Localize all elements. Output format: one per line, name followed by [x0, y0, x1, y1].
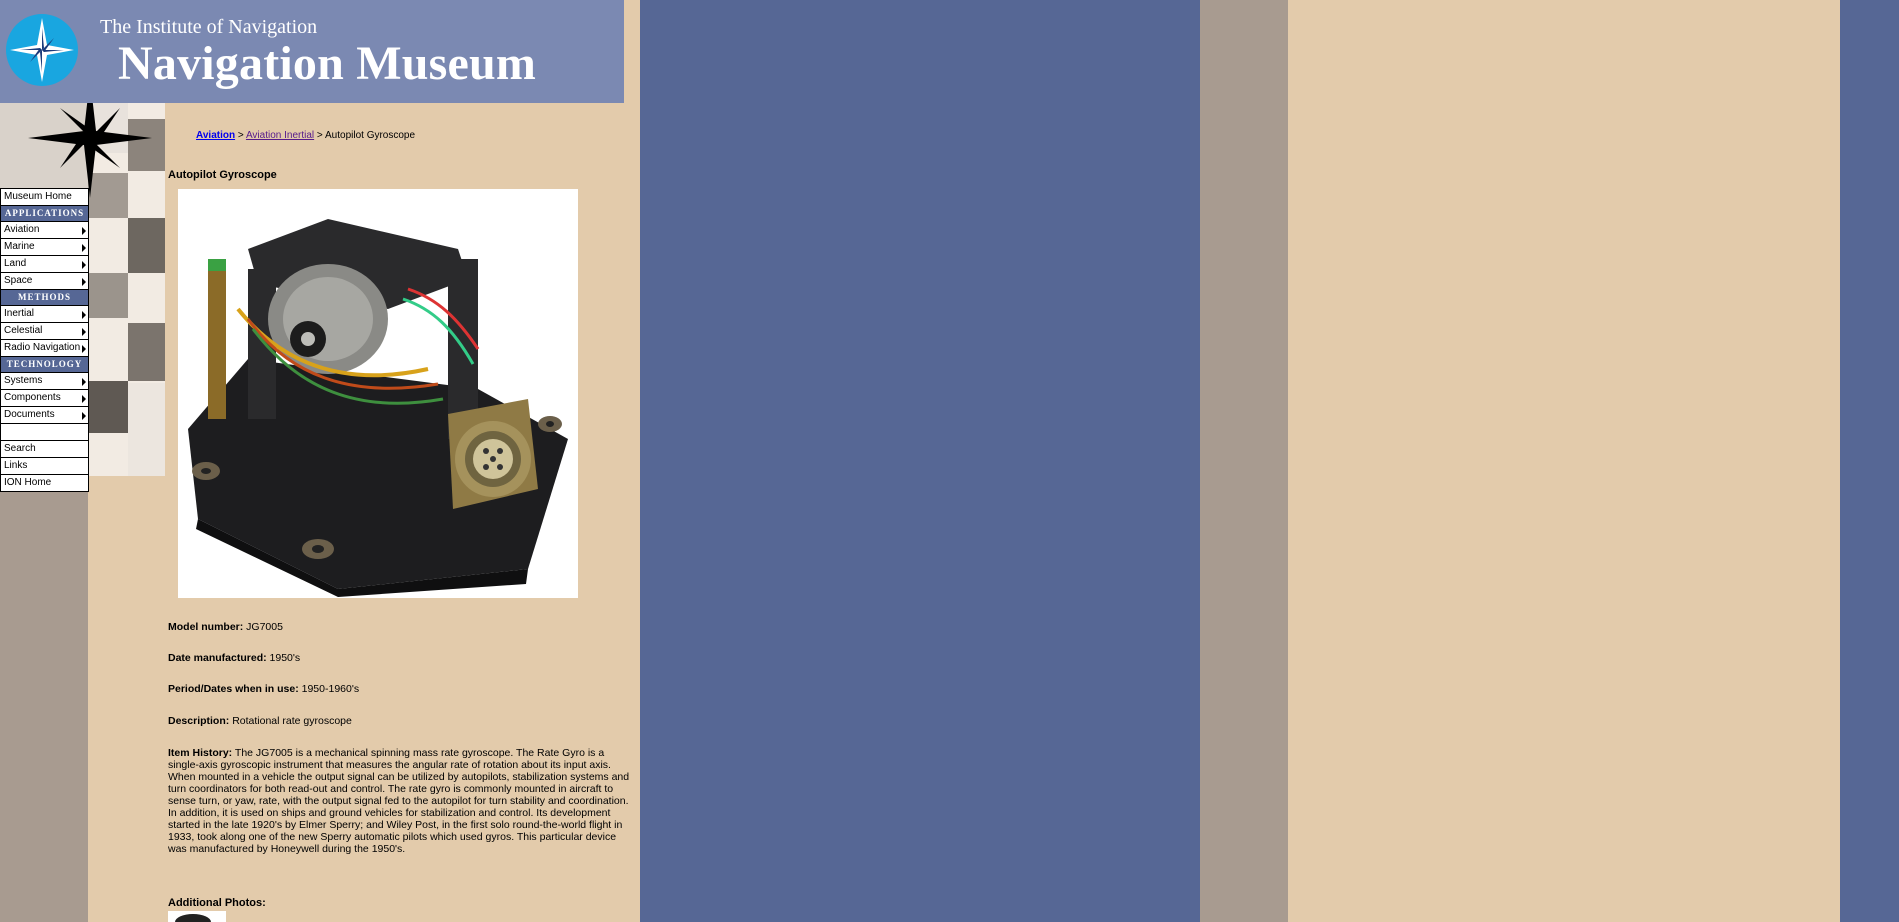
menu-label: ION Home: [4, 477, 52, 488]
item-photo: [178, 189, 578, 598]
menu-label: Search: [4, 443, 36, 454]
arrow-right-icon: [82, 412, 86, 420]
menu-header-methods: METHODS: [1, 290, 88, 306]
field-label: Period/Dates when in use:: [168, 683, 299, 695]
menu-header-applications: APPLICATIONS: [1, 206, 88, 222]
field-label: Item History:: [168, 747, 233, 759]
gyroscope-image: [178, 189, 578, 598]
item-title: Autopilot Gyroscope: [168, 169, 277, 181]
arrow-right-icon: [82, 395, 86, 403]
menu-label: Space: [4, 275, 33, 286]
breadcrumb-aviation-inertial-link[interactable]: Aviation Inertial: [246, 130, 314, 141]
menu-header-technology: TECHNOLOGY: [1, 357, 88, 373]
site-header: The Institute of Navigation Navigation M…: [0, 0, 624, 103]
field-value: JG7005: [246, 621, 283, 633]
arrow-right-icon: [82, 378, 86, 386]
menu-land[interactable]: Land: [1, 256, 88, 273]
menu-label: Aviation: [4, 224, 40, 235]
menu-aviation[interactable]: Aviation: [1, 222, 88, 239]
arrow-right-icon: [82, 244, 86, 252]
menu-space[interactable]: Space: [1, 273, 88, 290]
menu-label: Celestial: [4, 325, 43, 336]
menu-label: Documents: [4, 409, 55, 420]
field-value: 1950's: [269, 652, 301, 664]
menu-museum-home[interactable]: Museum Home: [1, 189, 88, 206]
period-field: Period/Dates when in use: 1950-1960's: [168, 683, 359, 695]
field-label: Model number:: [168, 621, 244, 633]
menu-label: Components: [4, 392, 61, 403]
menu-label: Radio Navigation: [4, 342, 81, 353]
side-menu: Museum Home APPLICATIONS Aviation Marine…: [0, 188, 89, 492]
description-field: Description: Rotational rate gyroscope: [168, 715, 352, 727]
arrow-right-icon: [82, 261, 86, 269]
menu-label: Inertial: [4, 308, 35, 319]
menu-marine[interactable]: Marine: [1, 239, 88, 256]
menu-search[interactable]: Search: [1, 441, 88, 458]
menu-documents[interactable]: Documents: [1, 407, 88, 424]
menu-radio-navigation[interactable]: Radio Navigation: [1, 340, 88, 357]
field-value: Rotational rate gyroscope: [232, 715, 352, 727]
menu-inertial[interactable]: Inertial: [1, 306, 88, 323]
arrow-right-icon: [82, 311, 86, 319]
arrow-right-icon: [82, 345, 86, 353]
thumbnail-image: [168, 911, 226, 922]
menu-label: Museum Home: [4, 191, 72, 202]
menu-components[interactable]: Components: [1, 390, 88, 407]
breadcrumb: Aviation > Aviation Inertial > Autopilot…: [196, 130, 415, 141]
menu-label: Land: [4, 258, 27, 269]
additional-photos-heading: Additional Photos:: [168, 897, 266, 909]
date-manufactured-field: Date manufactured: 1950's: [168, 652, 300, 664]
menu-spacer: [1, 424, 88, 441]
menu-ion-home[interactable]: ION Home: [1, 475, 88, 491]
history-text: The JG7005 is a mechanical spinning mass…: [168, 747, 630, 855]
breadcrumb-separator: >: [237, 130, 244, 141]
additional-photo-thumbnail[interactable]: [168, 911, 226, 922]
compass-logo-icon: [6, 14, 78, 86]
menu-systems[interactable]: Systems: [1, 373, 88, 390]
arrow-right-icon: [82, 227, 86, 235]
arrow-right-icon: [82, 328, 86, 336]
field-label: Date manufactured:: [168, 652, 267, 664]
site-title: Navigation Museum: [118, 37, 537, 90]
menu-label: Marine: [4, 241, 35, 252]
menu-label: Links: [4, 460, 28, 471]
breadcrumb-separator: >: [316, 130, 323, 141]
breadcrumb-current: Autopilot Gyroscope: [325, 130, 416, 141]
model-number-field: Model number: JG7005: [168, 621, 283, 633]
field-value: 1950-1960's: [301, 683, 360, 695]
field-label: Description:: [168, 715, 230, 727]
menu-label: Systems: [4, 375, 43, 386]
item-history: Item History: The JG7005 is a mechanical…: [168, 747, 633, 855]
breadcrumb-aviation-link[interactable]: Aviation: [196, 130, 235, 141]
menu-links[interactable]: Links: [1, 458, 88, 475]
arrow-right-icon: [82, 278, 86, 286]
menu-celestial[interactable]: Celestial: [1, 323, 88, 340]
